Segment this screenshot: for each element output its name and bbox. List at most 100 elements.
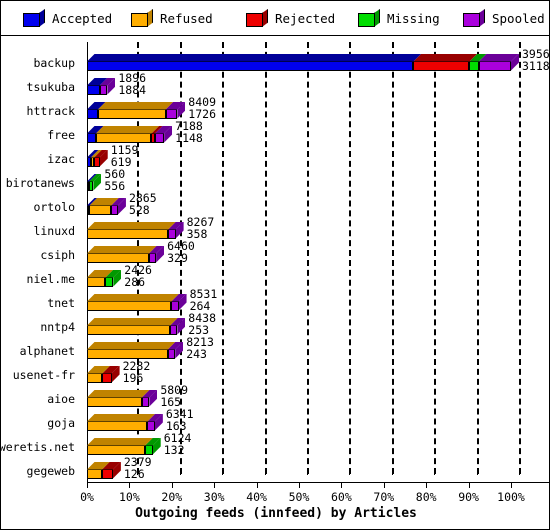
legend-item-missing: Missing bbox=[358, 1, 440, 35]
x-axis-tick bbox=[129, 482, 131, 488]
bar-segment-refused bbox=[87, 413, 156, 431]
bar-value-labels: 2379 126 bbox=[123, 455, 152, 481]
bar-csiph bbox=[87, 245, 165, 263]
bar-izac bbox=[87, 149, 108, 167]
bar-value-labels: 5809 165 bbox=[160, 383, 188, 409]
y-axis-label-free: free bbox=[47, 127, 75, 142]
bar-nntp4 bbox=[87, 317, 186, 335]
x-axis-tick-upper bbox=[519, 470, 520, 475]
bar-tsukuba bbox=[87, 77, 116, 95]
bar-value-labels: 1159 619 bbox=[111, 143, 139, 169]
chart-legend: Accepted Refused Rejected Missing Spooled bbox=[1, 1, 549, 36]
bar-backup bbox=[87, 53, 519, 71]
bar-segment-accepted bbox=[87, 173, 98, 191]
x-axis-tick-upper bbox=[349, 470, 351, 475]
gridline bbox=[476, 42, 479, 474]
y-axis-category-labels: backup tsukuba httrack free izac birotanews or… bbox=[0, 36, 77, 529]
y-axis-label-httrack: httrack bbox=[26, 103, 75, 118]
bar-secondary-value: 286 bbox=[124, 275, 146, 289]
x-axis-tick-label: 60% bbox=[331, 490, 352, 504]
bar-secondary-value: 132 bbox=[163, 443, 185, 457]
bar-niel-me bbox=[87, 269, 122, 287]
bar-segment-accepted bbox=[87, 149, 99, 167]
cube-icon-spooled bbox=[463, 9, 485, 27]
gridline bbox=[264, 42, 267, 474]
gridline bbox=[222, 42, 225, 474]
x-axis-tick-label: 100% bbox=[497, 490, 525, 504]
bar-value-labels: 8213 243 bbox=[186, 335, 214, 361]
bar-value-labels: 6124 132 bbox=[163, 431, 192, 457]
bar-secondary-value: 329 bbox=[167, 251, 188, 265]
cube-icon-refused bbox=[131, 9, 153, 27]
cube-icon-accepted bbox=[23, 9, 45, 27]
bar-value-labels: 2282 196 bbox=[122, 359, 151, 385]
x-axis-tick bbox=[87, 482, 88, 488]
gridline bbox=[519, 42, 521, 474]
bar-secondary-value: 126 bbox=[123, 467, 145, 481]
bar-goja bbox=[87, 413, 163, 431]
x-axis-tick bbox=[341, 482, 343, 488]
bar-segment-refused bbox=[87, 461, 110, 479]
x-axis-tick-label: 50% bbox=[288, 490, 310, 504]
x-axis-tick bbox=[171, 482, 173, 488]
x-axis-tick bbox=[256, 482, 258, 488]
legend-item-refused: Refused bbox=[131, 1, 213, 35]
bar-segment-refused bbox=[87, 245, 157, 263]
x-axis-tick bbox=[468, 482, 470, 488]
bar-segment-refused bbox=[87, 293, 180, 311]
legend-label: Refused bbox=[160, 10, 213, 26]
bar-segment-refused bbox=[87, 437, 154, 455]
x-axis-tick-label: 90% bbox=[458, 490, 479, 504]
x-axis-tick-upper bbox=[391, 470, 393, 475]
x-axis-tick-upper bbox=[434, 470, 436, 475]
bar-secondary-value: 1884 bbox=[118, 83, 147, 97]
bar-secondary-value: 1148 bbox=[175, 131, 203, 145]
bar-segment-refused bbox=[95, 125, 160, 143]
bar-tnet bbox=[87, 293, 187, 311]
legend-item-rejected: Rejected bbox=[246, 1, 335, 35]
x-axis-tick bbox=[214, 482, 216, 488]
y-axis-label-weretis-net: weretis.net bbox=[0, 439, 75, 454]
bar-value-labels: 7188 1148 bbox=[175, 119, 203, 145]
bar-alphanet bbox=[87, 341, 184, 359]
bar-segment-accepted bbox=[87, 77, 108, 95]
bar-segment-refused bbox=[97, 101, 174, 119]
bar-secondary-value: 243 bbox=[186, 347, 207, 361]
cube-icon-missing bbox=[358, 9, 380, 27]
bar-secondary-value: 196 bbox=[122, 371, 144, 385]
y-axis-label-tsukuba: tsukuba bbox=[26, 79, 75, 94]
bar-value-labels: 8531 264 bbox=[190, 287, 218, 313]
x-axis-line bbox=[87, 482, 549, 483]
legend-label: Accepted bbox=[52, 10, 113, 26]
bar-value-labels: 3956831188 bbox=[522, 47, 550, 73]
y-axis-label-usenet-fr: usenet-fr bbox=[12, 367, 75, 382]
bar-value-labels: 2865 528 bbox=[128, 191, 157, 217]
bar-free bbox=[87, 125, 173, 143]
y-axis-label-tnet: tnet bbox=[47, 295, 75, 310]
bar-secondary-value: 528 bbox=[128, 203, 150, 217]
x-axis-tick-upper bbox=[179, 470, 181, 475]
bar-value-labels: 8438 253 bbox=[188, 311, 216, 337]
x-axis-tick bbox=[299, 482, 300, 488]
bar-gegeweb bbox=[87, 461, 121, 479]
legend-item-accepted: Accepted bbox=[23, 1, 112, 35]
chart-container: Accepted Refused Rejected Missing Spooled ba… bbox=[0, 0, 550, 530]
gridline bbox=[391, 42, 394, 474]
bar-segment-accepted bbox=[87, 53, 422, 71]
x-axis-tick-upper bbox=[307, 470, 308, 475]
bar-secondary-value: 31188 bbox=[522, 59, 550, 73]
bar-value-labels: 6460 329 bbox=[167, 239, 195, 265]
y-axis-label-nntp4: nntp4 bbox=[40, 319, 75, 334]
bar-segment-refused bbox=[87, 269, 114, 287]
y-axis-label-birotanews: birotanews bbox=[5, 175, 75, 190]
gridline bbox=[307, 42, 309, 474]
x-axis-tick-upper bbox=[476, 470, 478, 475]
y-axis-label-csiph: csiph bbox=[40, 247, 75, 262]
bar-segment-refused bbox=[87, 389, 150, 407]
bar-value-labels: 560 556 bbox=[104, 167, 125, 193]
x-axis-tick-label: 80% bbox=[415, 490, 437, 504]
legend-label: Spooled bbox=[492, 10, 545, 26]
legend-label: Rejected bbox=[275, 10, 336, 26]
y-axis-label-niel-me: niel.me bbox=[26, 271, 75, 286]
bar-usenet-fr bbox=[87, 365, 120, 383]
